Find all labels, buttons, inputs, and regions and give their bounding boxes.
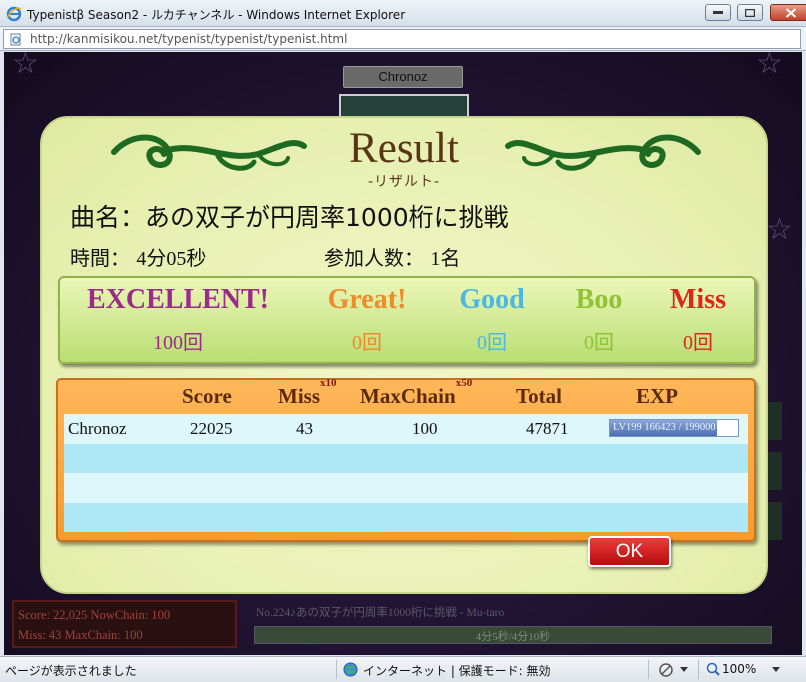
judge-count: 0回 — [477, 332, 507, 354]
minimize-button[interactable] — [705, 4, 731, 21]
judge-label: Good — [459, 284, 525, 315]
popup-blocker-icon[interactable] — [658, 662, 674, 678]
table-row — [64, 502, 748, 532]
ok-button[interactable]: OK — [588, 536, 671, 567]
close-button[interactable] — [770, 4, 806, 21]
progress-text: 4分5秒/4分10秒 — [475, 631, 551, 643]
header-total: Total — [516, 384, 562, 408]
live-miss-line: Miss: 43 MaxChain: 100 — [18, 628, 143, 642]
maximize-icon — [745, 8, 755, 17]
chevron-down-icon[interactable] — [680, 667, 688, 672]
judge-panel: EXCELLENT! 100回 Great! 0回 Good 0回 Boo 0回… — [58, 276, 756, 364]
judge-count: 100回 — [153, 332, 203, 354]
player-name: Chronoz — [68, 419, 127, 438]
star-decoration: ☆ — [756, 52, 783, 81]
header-score: Score — [182, 384, 232, 408]
judge-count: 0回 — [683, 332, 713, 354]
result-dialog: Result -リザルト- 曲名：あの双子が円周率1000桁に挑戦 時間： 4分… — [40, 116, 768, 594]
status-divider — [698, 660, 699, 679]
minimize-icon — [713, 10, 723, 14]
title-bar: Typenistβ Season2 - ルカチャンネル - Windows In… — [0, 0, 806, 27]
status-text: ページが表示されました — [5, 664, 137, 678]
song-label: 曲名： — [70, 203, 146, 232]
maxchain-cell: 100 — [412, 419, 438, 438]
header-maxchain: MaxChainx50 — [360, 377, 472, 409]
judge-count: 0回 — [352, 332, 382, 354]
status-divider — [648, 660, 649, 679]
player-tab: Chronoz — [343, 66, 463, 88]
result-subtitle: -リザルト- — [367, 174, 441, 190]
window-title: Typenistβ Season2 - ルカチャンネル - Windows In… — [27, 8, 406, 22]
table-row: Chronoz 22025 43 100 47871 LV199 166423 … — [64, 414, 748, 444]
judge-count: 0回 — [584, 332, 614, 354]
zoom-icon[interactable] — [706, 662, 720, 676]
close-icon — [785, 7, 797, 18]
exp-bar-text: LV199 166423 / 199000 — [613, 422, 716, 433]
star-decoration: ☆ — [12, 52, 39, 81]
game-area[interactable]: ☆ ☆ ☆ Chronoz Score: 22,025 NowChain: 10… — [4, 52, 802, 655]
star-decoration: ☆ — [766, 212, 793, 247]
live-score-line: Score: 22,025 NowChain: 100 — [18, 608, 171, 622]
header-exp: EXP — [636, 384, 678, 408]
score-cell: 22025 — [190, 419, 233, 438]
judge-great: Great! 0回 — [302, 278, 432, 366]
header-miss: Missx10 — [278, 377, 337, 409]
status-divider — [336, 660, 337, 679]
players-value: 1名 — [430, 248, 461, 270]
address-bar: http://kanmisikou.net/typenist/typenist/… — [0, 27, 806, 51]
total-cell: 47871 — [526, 419, 569, 438]
maximize-button[interactable] — [737, 4, 763, 21]
song-name: あの双子が円周率1000桁に挑戦 — [145, 203, 509, 232]
track-info: No.224♪あの双子が円周率1000桁に挑戦 - Mu-taro — [256, 607, 505, 619]
judge-excellent: EXCELLENT! 100回 — [64, 278, 292, 366]
status-bar: ページが表示されました インターネット | 保護モード: 無効 100% — [0, 656, 806, 682]
score-table: Score Missx10 MaxChainx50 Total EXP Chro… — [56, 377, 756, 542]
header-maxchain-multiplier: x50 — [455, 377, 473, 389]
players-line: 参加人数： 1名 — [324, 242, 460, 271]
exp-bar: LV199 166423 / 199000 — [609, 419, 739, 437]
judge-boo: Boo 0回 — [552, 278, 646, 366]
ie-logo-icon — [6, 6, 22, 22]
judge-label: EXCELLENT! — [86, 284, 270, 315]
song-line: 曲名：あの双子が円周率1000桁に挑戦 — [70, 198, 509, 234]
time-value: 4分05秒 — [136, 248, 207, 270]
zoom-level[interactable]: 100% — [722, 662, 756, 676]
score-rows: Chronoz 22025 43 100 47871 LV199 166423 … — [64, 414, 748, 532]
table-row — [64, 473, 748, 503]
judge-label: Great! — [327, 284, 407, 315]
judge-label: Miss — [670, 284, 726, 315]
page-icon — [10, 33, 21, 46]
internet-zone-icon — [343, 662, 358, 677]
chevron-down-icon[interactable] — [772, 667, 780, 672]
table-row — [64, 443, 748, 473]
time-label: 時間： — [70, 246, 130, 270]
miss-cell: 43 — [296, 419, 313, 438]
url-field[interactable]: http://kanmisikou.net/typenist/typenist/… — [3, 29, 801, 49]
judge-good: Good 0回 — [432, 278, 552, 366]
judge-label: Boo — [575, 284, 623, 315]
header-miss-label: Miss — [278, 384, 320, 408]
result-title: Result — [349, 125, 459, 172]
song-progress: 4分5秒/4分10秒 — [254, 626, 772, 644]
header-miss-multiplier: x10 — [320, 377, 337, 389]
url-text: http://kanmisikou.net/typenist/typenist/… — [30, 32, 348, 46]
security-zone-text: インターネット | 保護モード: 無効 — [363, 664, 551, 678]
live-score-panel: Score: 22,025 NowChain: 100 Miss: 43 Max… — [12, 600, 237, 648]
header-maxchain-label: MaxChain — [360, 384, 456, 408]
time-line: 時間： 4分05秒 — [70, 242, 206, 271]
judge-miss: Miss 0回 — [646, 278, 750, 366]
players-label: 参加人数： — [324, 246, 424, 270]
